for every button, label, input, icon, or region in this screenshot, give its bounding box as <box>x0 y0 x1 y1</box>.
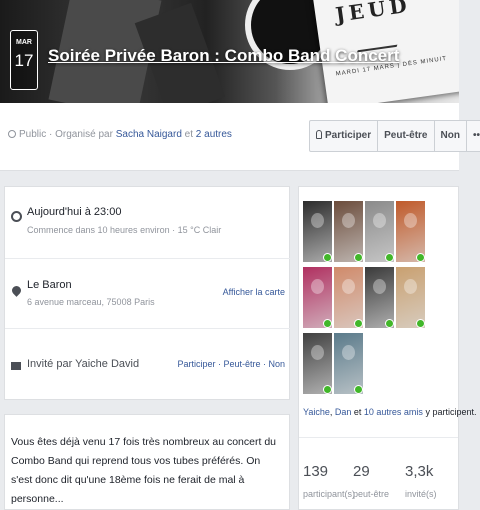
event-description: Vous êtes déjà venu 17 fois très nombreu… <box>4 414 290 510</box>
poster-title: JEUD <box>333 0 413 27</box>
globe-icon <box>8 130 16 138</box>
going-check-icon <box>354 385 363 394</box>
clock-icon <box>11 211 22 222</box>
event-header-bar: Public · Organisé par Sacha Naigard et 2… <box>0 103 480 171</box>
invite-rsvp-links[interactable]: Participer · Peut-être · Non <box>177 359 285 369</box>
avatar-silhouette <box>311 213 324 228</box>
going-check-icon <box>385 319 394 328</box>
location-pin-icon <box>10 284 23 297</box>
invited-count-label: invité(s) <box>405 489 437 499</box>
going-check-icon <box>323 319 332 328</box>
friend-avatar[interactable] <box>396 267 425 328</box>
privacy-label: Public <box>19 129 47 140</box>
show-map-link[interactable]: Afficher la carte <box>223 287 285 297</box>
time-row: Aujourd'hui à 23:00 Commence dans 10 heu… <box>5 187 291 259</box>
going-count-label: participant(s) <box>303 489 356 499</box>
going-suffix: y participent. <box>422 407 477 417</box>
organizer-and: et <box>181 129 196 140</box>
friend-link-yaiche[interactable]: Yaiche <box>303 407 330 417</box>
organizer-link[interactable]: Sacha Naigard <box>116 129 182 140</box>
event-title[interactable]: Soirée Privée Baron : Combo Band Concert <box>48 46 399 66</box>
event-details-card: Aujourd'hui à 23:00 Commence dans 10 heu… <box>4 186 291 401</box>
avatar-silhouette <box>404 213 417 228</box>
stats-divider <box>299 437 458 438</box>
invite-text: Invité par Yaiche David <box>27 358 140 370</box>
maybe-count-label: peut-être <box>353 489 390 499</box>
invite-row: Invité par Yaiche David Participer · Peu… <box>5 329 291 401</box>
friend-avatar[interactable] <box>334 333 363 394</box>
friends-going-card: Yaiche, Dan et 10 autres amis y particip… <box>298 186 476 510</box>
friend-avatar[interactable] <box>334 201 363 262</box>
place-row[interactable]: Le Baron 6 avenue marceau, 75008 Paris A… <box>5 259 291 329</box>
participate-icon <box>316 130 322 139</box>
friend-avatar[interactable] <box>303 201 332 262</box>
friend-avatar[interactable] <box>303 333 332 394</box>
avatar-silhouette <box>342 213 355 228</box>
friend-avatar[interactable] <box>365 201 394 262</box>
event-cover-photo: JEUD MARDI 17 MARS | DÈS MINUIT MAR 17 S… <box>0 0 459 103</box>
event-date-badge: MAR 17 <box>10 30 38 90</box>
organizer-line: Public · Organisé par Sacha Naigard et 2… <box>8 129 232 140</box>
maybe-count[interactable]: 29 <box>353 463 370 480</box>
invite-icon <box>11 362 21 370</box>
going-check-icon <box>416 319 425 328</box>
going-check-icon <box>354 319 363 328</box>
friend-link-dan[interactable]: Dan <box>335 407 352 417</box>
participate-button[interactable]: Participer <box>310 121 379 151</box>
avatar-silhouette <box>373 213 386 228</box>
friend-avatar[interactable] <box>303 267 332 328</box>
going-check-icon <box>385 253 394 262</box>
avatar-silhouette <box>311 345 324 360</box>
going-count[interactable]: 139 <box>303 463 328 480</box>
going-check-icon <box>354 253 363 262</box>
event-day: 17 <box>14 51 34 70</box>
avatar-silhouette <box>404 279 417 294</box>
event-month: MAR <box>16 39 32 46</box>
other-friends-link[interactable]: 10 autres amis <box>364 407 423 417</box>
avatar-silhouette <box>311 279 324 294</box>
going-check-icon <box>323 253 332 262</box>
organized-by-label: · Organisé par <box>46 129 116 140</box>
going-check-icon <box>416 253 425 262</box>
time-sub: Commence dans 10 heures environ · 15 °C … <box>27 225 222 235</box>
time-main: Aujourd'hui à 23:00 <box>27 206 122 218</box>
maybe-button[interactable]: Peut-être <box>378 121 435 151</box>
rsvp-button-group: Participer Peut-être Non ••• <box>309 120 480 152</box>
avatar-silhouette <box>373 279 386 294</box>
avatar-silhouette <box>342 279 355 294</box>
friend-avatar[interactable] <box>396 201 425 262</box>
avatar-silhouette <box>342 345 355 360</box>
organizer-others-link[interactable]: 2 autres <box>196 129 232 140</box>
participate-label: Participer <box>325 130 372 141</box>
decline-button[interactable]: Non <box>435 121 467 151</box>
friends-going-summary: Yaiche, Dan et 10 autres amis y particip… <box>303 407 476 417</box>
going-check-icon <box>323 385 332 394</box>
invited-count[interactable]: 3,3k <box>405 463 433 480</box>
place-address: 6 avenue marceau, 75008 Paris <box>27 297 155 307</box>
friend-avatar[interactable] <box>365 267 394 328</box>
more-options-button[interactable]: ••• <box>467 121 480 151</box>
friend-avatar[interactable] <box>334 267 363 328</box>
going-and: et <box>351 407 364 417</box>
place-name[interactable]: Le Baron <box>27 279 72 291</box>
